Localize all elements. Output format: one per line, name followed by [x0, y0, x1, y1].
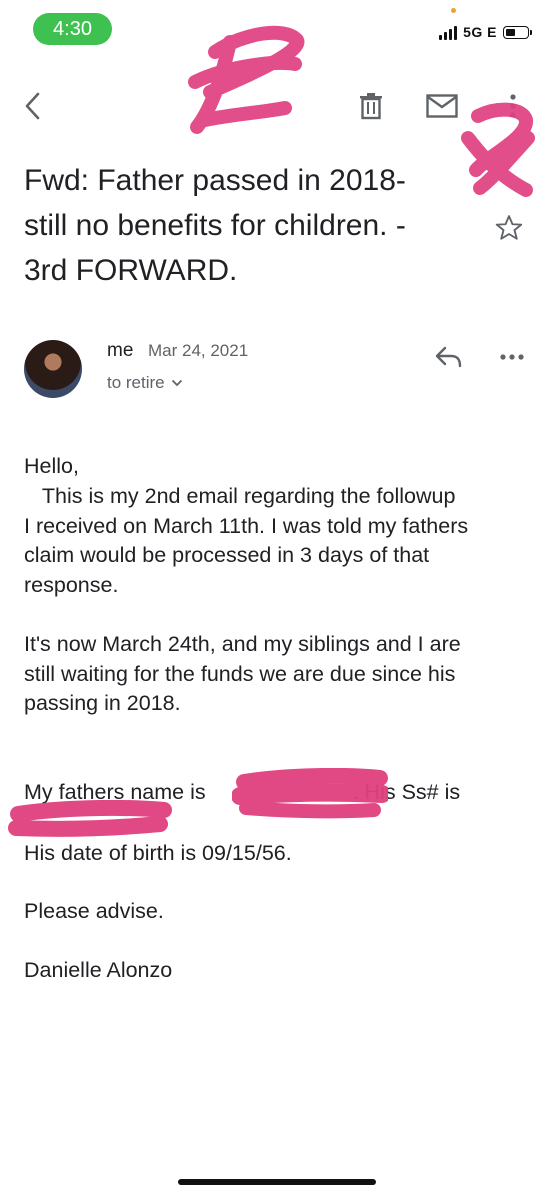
signature: Danielle Alonzo	[24, 958, 173, 982]
reply-icon	[435, 346, 462, 368]
star-icon	[495, 215, 523, 240]
chevron-left-icon	[25, 92, 40, 120]
star-button[interactable]	[494, 213, 524, 248]
more-options-button[interactable]	[493, 86, 533, 126]
network-type: 5G E	[463, 24, 497, 40]
sender-name: me	[107, 340, 134, 361]
body-paragraph: This is my 2nd email regarding the follo…	[24, 484, 469, 597]
battery-icon	[503, 25, 532, 39]
email-subject: Fwd: Father passed in 2018- still no ben…	[24, 158, 464, 293]
status-time: 4:30	[33, 13, 112, 45]
signal-icon	[439, 24, 458, 40]
body-paragraph: His date of birth is 09/15/56.	[24, 841, 292, 865]
more-horizontal-icon	[500, 354, 524, 360]
subject-line: 3rd FORWARD.	[24, 254, 238, 287]
subject-line: Fwd: Father passed in 2018-	[24, 164, 406, 197]
body-greeting: Hello,	[24, 454, 79, 478]
chevron-down-icon	[171, 379, 182, 387]
subject-line: still no benefits for children. -	[24, 209, 406, 242]
message-more-button[interactable]	[492, 337, 532, 377]
email-date: Mar 24, 2021	[148, 341, 249, 360]
delete-button[interactable]	[351, 86, 391, 126]
reply-button[interactable]	[429, 337, 469, 377]
recipients-toggle[interactable]: to retire	[107, 373, 183, 393]
home-indicator[interactable]	[178, 1179, 376, 1185]
body-text-fragment: My fathers name is	[24, 780, 212, 804]
back-button[interactable]	[13, 86, 53, 126]
body-text-fragment: . His Ss# is	[352, 780, 461, 804]
body-paragraph: My fathers name is . His Ss# is	[24, 778, 534, 808]
mail-icon	[426, 94, 458, 118]
redaction-scribble	[188, 25, 305, 134]
privacy-indicator	[451, 8, 456, 13]
status-icons: 5G E	[439, 20, 532, 44]
more-vertical-icon	[510, 94, 516, 118]
body-paragraph: Please advise.	[24, 899, 164, 923]
sender-avatar[interactable]	[24, 340, 82, 398]
trash-icon	[360, 93, 382, 120]
mark-unread-button[interactable]	[422, 86, 462, 126]
recipients-label: to retire	[107, 373, 165, 392]
body-paragraph: It's now March 24th, and my siblings and…	[24, 632, 461, 715]
